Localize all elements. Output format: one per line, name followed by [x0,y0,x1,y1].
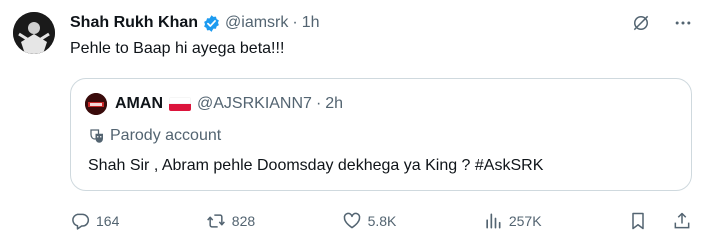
parody-label: Parody account [88,127,221,145]
repost-count: 828 [231,213,256,229]
quoted-text: Shah Sir , Abram pehle Doomsday dekhega … [88,157,544,174]
reply-button[interactable]: 164 [70,211,119,231]
tweet-text: Pehle to Baap hi ayega beta!!! [70,40,285,57]
flag-poland-icon [169,97,191,111]
bookmark-icon[interactable] [628,211,648,231]
repost-icon [206,211,226,231]
tweet-time[interactable]: 1h [302,14,320,32]
author-handle[interactable]: @iamsrk [225,14,288,32]
heart-icon [342,211,362,231]
parody-label-text: Parody account [110,127,222,144]
views-button[interactable]: 257K [483,211,542,231]
end-actions [628,211,692,231]
quoted-avatar[interactable] [85,93,107,115]
quoted-time[interactable]: 2h [325,95,343,113]
tweet-actions: 164 828 5.8K 257K [70,208,692,234]
quoted-separator: · [315,95,322,112]
like-count: 5.8K [367,213,397,229]
tweet-header: Shah Rukh Khan @iamsrk · 1h [70,12,320,34]
share-icon[interactable] [672,211,692,231]
header-separator: · [292,14,298,31]
quoted-author-name[interactable]: AMAN [115,95,163,113]
verified-badge-icon [202,14,221,33]
author-avatar[interactable] [13,12,55,54]
tweet-top-actions [631,13,693,33]
quoted-tweet[interactable]: AMAN @AJSRKIANN7 · 2h Parody account Sha… [70,78,692,191]
quoted-header: AMAN @AJSRKIANN7 · 2h [85,93,343,115]
repost-button[interactable]: 828 [206,211,255,231]
more-icon[interactable] [673,13,693,33]
author-name[interactable]: Shah Rukh Khan [70,14,198,32]
like-button[interactable]: 5.8K [342,211,397,231]
views-chart-icon [483,211,503,231]
views-count: 257K [508,213,542,229]
grok-icon[interactable] [631,13,651,33]
theater-masks-icon [88,127,106,145]
reply-icon [70,211,90,231]
reply-count: 164 [96,213,120,229]
quoted-handle[interactable]: @AJSRKIANN7 [197,95,312,113]
